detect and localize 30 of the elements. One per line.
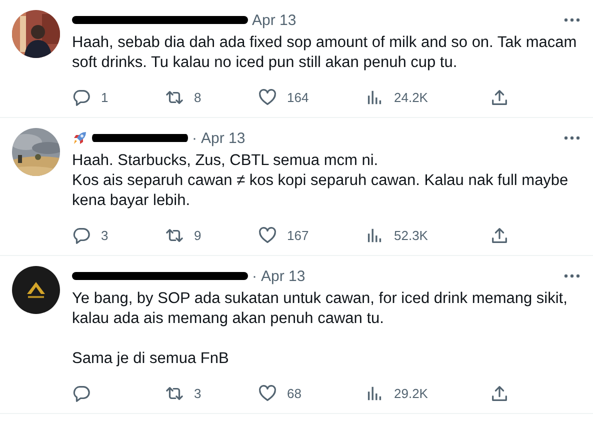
heart-icon[interactable] xyxy=(258,88,277,106)
heart-icon[interactable] xyxy=(258,384,277,402)
tweet-time[interactable]: Apr 13 xyxy=(261,268,306,284)
like-count: 164 xyxy=(287,90,309,104)
reply-icon[interactable] xyxy=(72,88,91,106)
reply-icon[interactable] xyxy=(72,226,91,244)
like-count: 167 xyxy=(287,228,309,242)
retweet-count: 9 xyxy=(194,228,202,242)
retweet-count: 3 xyxy=(194,386,202,400)
view-count: 52.3K xyxy=(394,228,428,242)
reply-count: 3 xyxy=(101,228,108,242)
tweet-text: Haah. Starbucks, Zus, CBTL semua mcm ni. Kos ais separuh cawan ≠ kos kopi separuh cawan. Kalau nak full maybe kena bayar lebih. xyxy=(72,151,570,211)
logo-icon xyxy=(12,266,60,314)
view-count: 29.2K xyxy=(394,386,428,400)
reply-icon[interactable] xyxy=(72,384,91,402)
like-count: 68 xyxy=(287,386,302,400)
share-icon[interactable] xyxy=(490,88,509,106)
share-icon[interactable] xyxy=(490,384,509,402)
retweet-count: 8 xyxy=(194,90,202,104)
heart-icon[interactable] xyxy=(258,226,277,244)
tweet-text: Ye bang, by SOP ada sukatan untuk cawan, for iced drink memang sikit, kalau ada ais memang akan penuh cawan tu. Sama je di semua FnB xyxy=(72,289,568,369)
tweet-text: Haah, sebab dia dah ada fixed sop amount of milk and so on. Tak macam soft drinks. Tu kalau no iced pun still akan penuh cup tu. xyxy=(72,33,578,73)
view-count: 24.2K xyxy=(394,90,428,104)
tweet-time[interactable]: Apr 13 xyxy=(252,12,296,28)
separator-dot: · xyxy=(252,268,257,284)
tweet-time[interactable]: Apr 13 xyxy=(201,130,246,146)
reply-count: 1 xyxy=(101,90,108,104)
separator-dot: · xyxy=(192,130,197,146)
share-icon[interactable] xyxy=(490,226,509,244)
rocket-icon xyxy=(72,130,88,146)
